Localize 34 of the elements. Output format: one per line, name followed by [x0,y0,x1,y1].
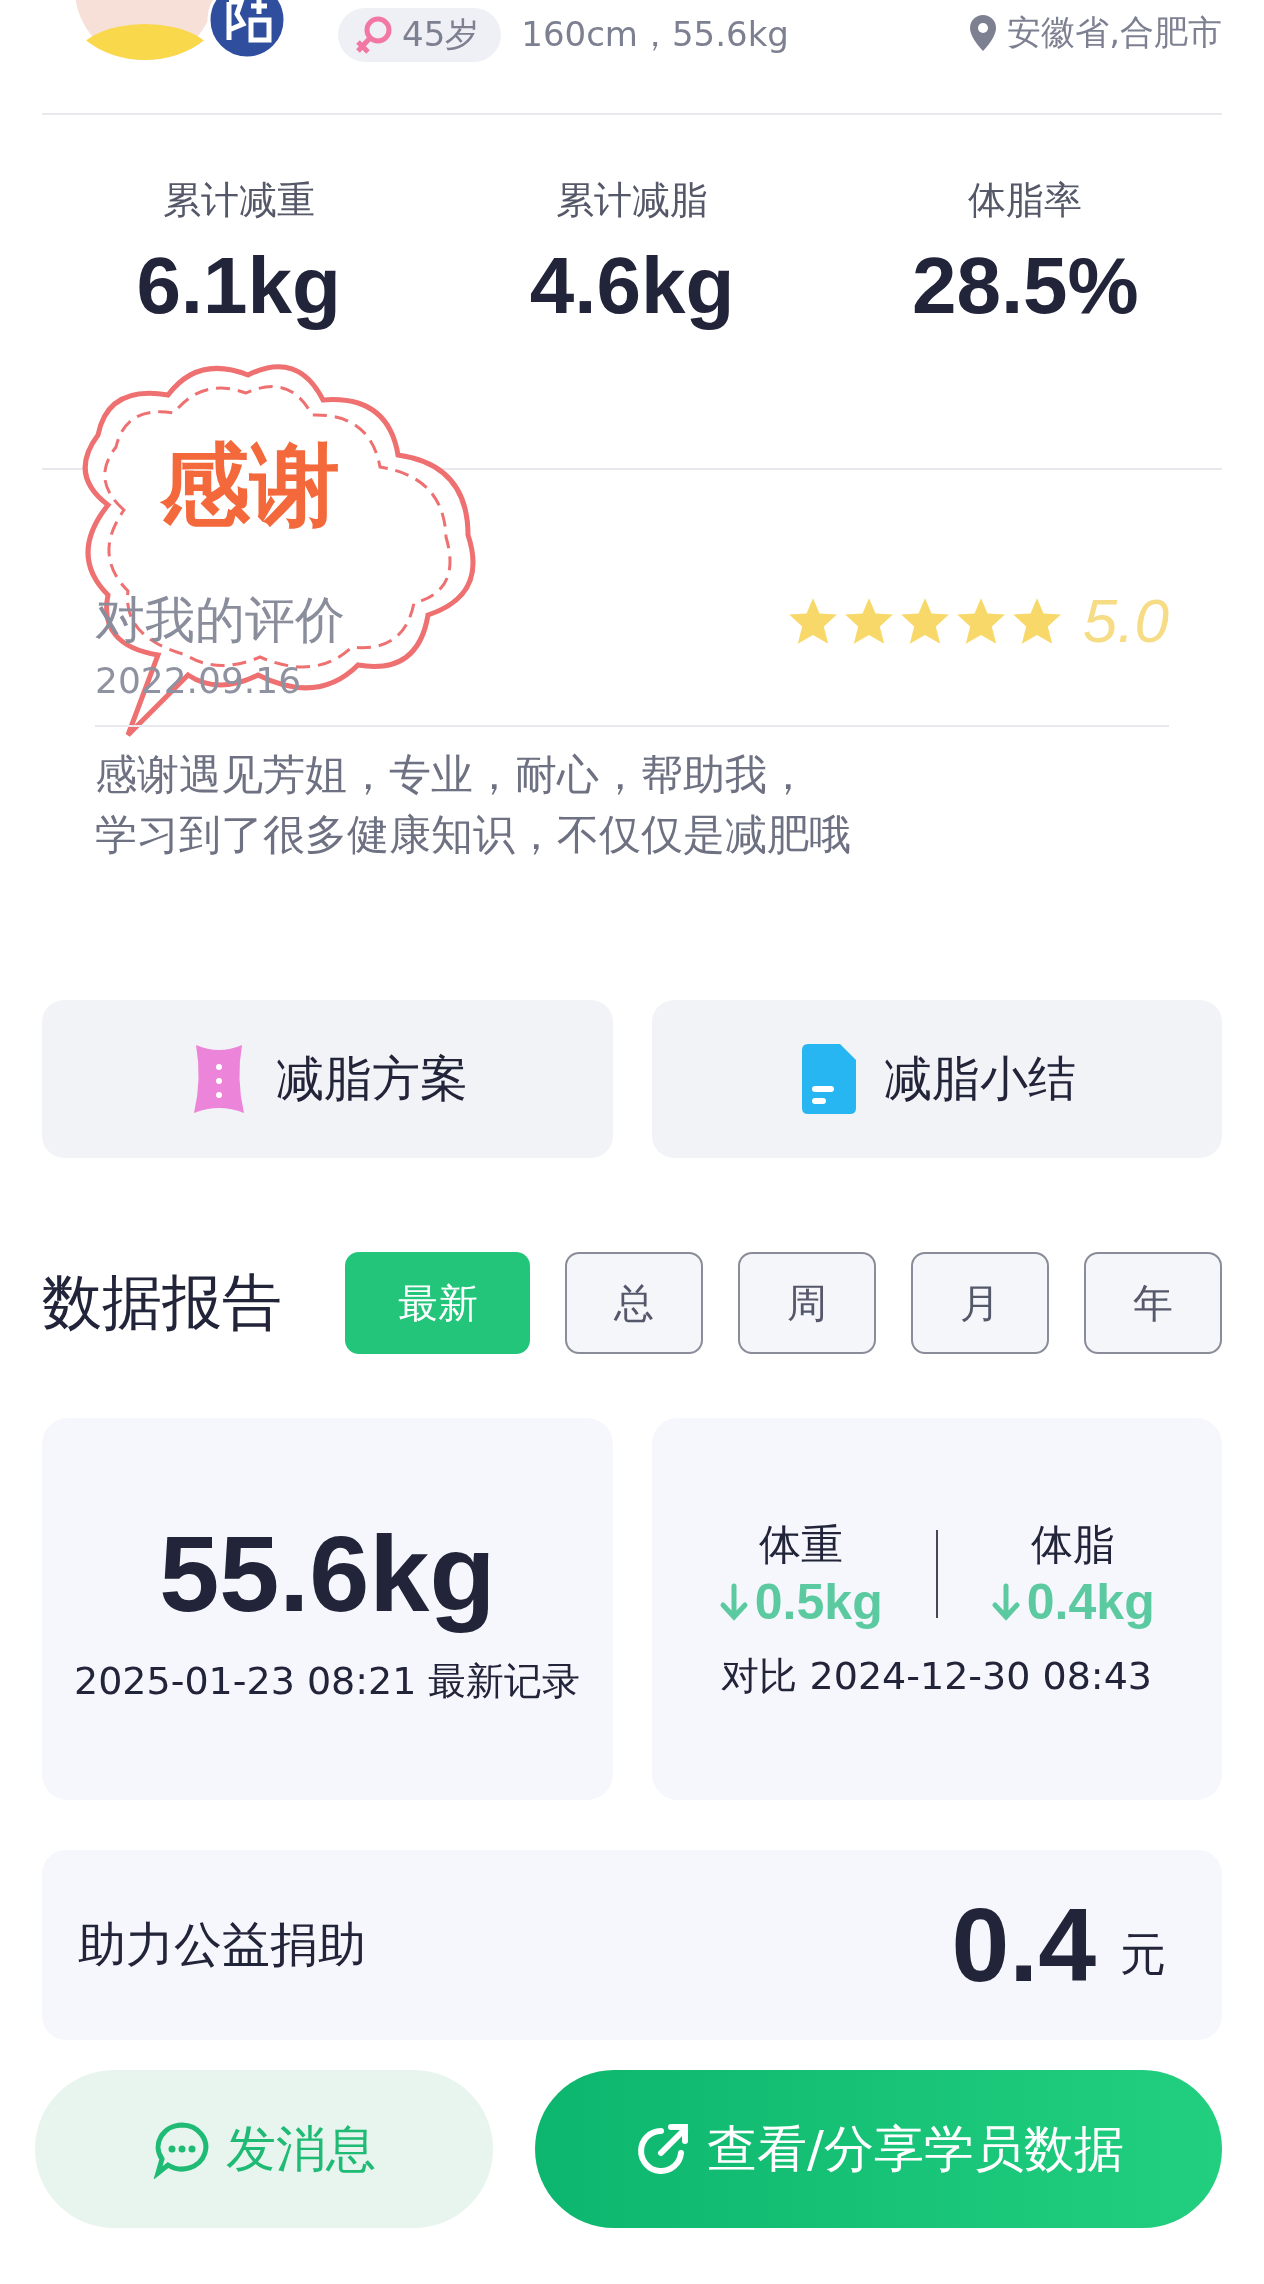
stat-label: 累计减脂 [556,177,708,224]
review-text-line: 学习到了很多健康知识，不仅仅是减肥哦 [95,809,851,861]
stat-label: 累计减重 [162,177,315,224]
stat-value: 6.1kg [136,240,341,332]
period-tab[interactable]: 周 [738,1252,876,1354]
currency-unit: 元 [1120,1926,1166,1983]
change-value: 0.4kg [1026,1572,1155,1631]
change-label: 体脂 [1030,1518,1115,1571]
compare-time: 对比 2024-12-30 08:43 [721,1652,1152,1700]
down-arrow-icon [990,1581,1021,1622]
donation-label: 助力公益捐助 [78,1915,367,1974]
period-tab[interactable]: 总 [565,1252,703,1354]
period-tab[interactable]: 月 [911,1252,1049,1354]
shortcut-button[interactable]: 减脂小结 [651,1000,1222,1158]
stat-value: 4.6kg [529,240,735,332]
stat-label: 体脂率 [968,177,1083,224]
sticker-text: 感谢 [160,440,340,530]
latest-weight: 55.6kg [159,1512,496,1636]
change-label: 体重 [758,1518,843,1571]
donation-amount: 0.4 [951,1885,1096,2005]
age: 45岁 [402,13,480,56]
location-pin-icon [969,14,998,52]
section-title: 数据报告 [42,1265,283,1339]
location: 安徽省,合肥市 [1007,11,1222,54]
review-text-line: 感谢遇见芳姐，专业，耐心，帮助我， [95,749,809,801]
height-weight: 160cm，55.6kg [521,13,789,56]
female-icon [354,15,392,55]
change-value: 0.5kg [754,1572,883,1631]
rating-score: 5.0 [1082,585,1169,656]
record-time: 2025-01-23 08:21 最新记录 [74,1658,581,1705]
period-tab[interactable]: 年 [1084,1252,1222,1354]
down-arrow-icon [718,1581,749,1622]
shortcut-button[interactable]: 减脂方案 [42,1000,613,1158]
stat-value: 28.5% [911,240,1139,332]
